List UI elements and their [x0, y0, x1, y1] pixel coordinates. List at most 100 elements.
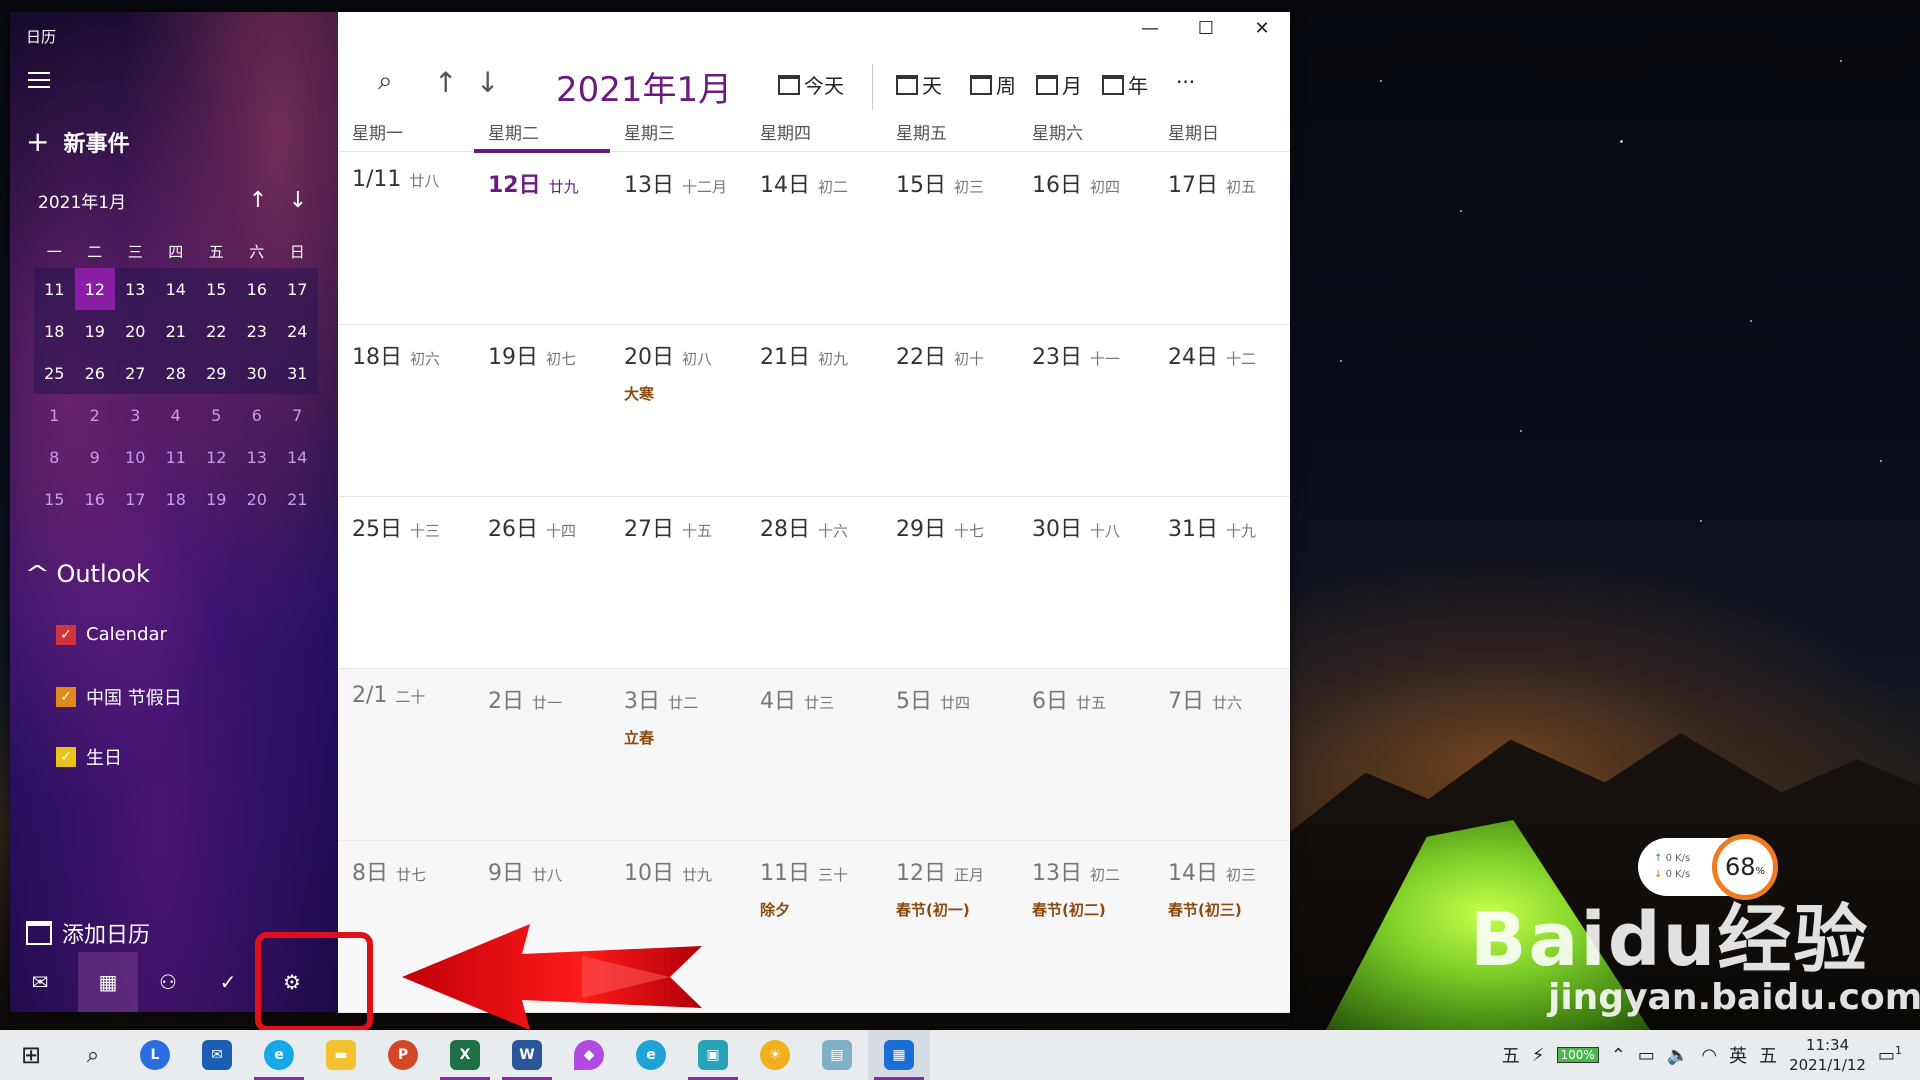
mini-day[interactable]: 7 [277, 394, 318, 436]
day-view-button[interactable]: 天 [896, 70, 942, 99]
mini-day[interactable]: 20 [115, 310, 156, 352]
day-cell[interactable]: 27日 十五 [610, 497, 746, 668]
add-calendar-button[interactable]: 添加日历 [26, 917, 150, 949]
mini-day[interactable]: 4 [156, 394, 197, 436]
mini-next-month-arrow-icon[interactable]: ↓ [278, 188, 318, 213]
mini-day[interactable]: 6 [237, 394, 278, 436]
holiday-event[interactable]: 立春 [624, 727, 746, 748]
mini-prev-month-arrow-icon[interactable]: ↑ [238, 188, 278, 213]
day-cell[interactable]: 19日 初七 [474, 325, 610, 496]
mini-day[interactable]: 23 [236, 310, 277, 352]
mini-day[interactable]: 11 [34, 268, 75, 310]
mini-day[interactable]: 17 [115, 478, 156, 520]
day-cell[interactable]: 2/1 二十 [338, 669, 474, 840]
day-cell[interactable]: 29日 十七 [882, 497, 1018, 668]
mini-day[interactable]: 5 [196, 394, 237, 436]
more-options-icon[interactable]: ··· [1176, 70, 1195, 94]
mail-icon[interactable]: ✉ [10, 952, 70, 1012]
checkbox-checked-icon[interactable]: ✓ [56, 747, 76, 767]
mini-day[interactable]: 27 [115, 352, 156, 394]
mini-day[interactable]: 22 [196, 310, 237, 352]
day-cell[interactable]: 4日 廿三 [746, 669, 882, 840]
day-cell[interactable]: 31日 十九 [1154, 497, 1290, 668]
mini-day[interactable]: 26 [74, 352, 115, 394]
outlook-account-toggle[interactable]: ^ Outlook [24, 560, 150, 588]
maximize-icon[interactable]: ☐ [1178, 12, 1234, 44]
taskbar-edge-icon[interactable]: e [620, 1030, 682, 1080]
mini-day-today[interactable]: 12 [74, 268, 115, 310]
start-windows-icon[interactable]: ⊞ [0, 1030, 62, 1080]
day-cell[interactable]: 16日 初四 [1018, 153, 1154, 324]
day-cell[interactable]: 30日 十八 [1018, 497, 1154, 668]
day-cell[interactable]: 25日 十三 [338, 497, 474, 668]
mini-day[interactable]: 1 [34, 394, 75, 436]
taskbar-powerpoint-icon[interactable]: P [372, 1030, 434, 1080]
day-cell[interactable]: 1/11 廿八 [338, 153, 474, 324]
day-cell[interactable]: 3日 廿二 立春 [610, 669, 746, 840]
taskbar-drop-icon[interactable]: ◆ [558, 1030, 620, 1080]
day-cell[interactable]: 12日 正月 春节(初一) [882, 841, 1018, 1012]
next-month-arrow-icon[interactable]: ↓ [476, 66, 499, 99]
calendar-toggle-calendar[interactable]: ✓ Calendar [56, 624, 167, 645]
day-cell[interactable]: 21日 初九 [746, 325, 882, 496]
mini-day[interactable]: 9 [75, 436, 116, 478]
month-title[interactable]: 2021年1月 [556, 62, 732, 111]
mini-day[interactable]: 13 [115, 268, 156, 310]
mini-day[interactable]: 8 [34, 436, 75, 478]
holiday-event[interactable]: 除夕 [760, 899, 882, 920]
taskbar-mail-icon[interactable]: ✉ [186, 1030, 248, 1080]
power-bolt-icon[interactable]: ⚡ [1532, 1045, 1545, 1066]
day-cell[interactable]: 6日 廿五 [1018, 669, 1154, 840]
today-button[interactable]: 今天 [778, 70, 844, 99]
mini-day[interactable]: 24 [277, 310, 318, 352]
taskbar-app-l-icon[interactable]: L [124, 1030, 186, 1080]
ime-mode-indicator-2[interactable]: 五 [1759, 1042, 1777, 1068]
people-icon[interactable]: ⚇ [138, 952, 198, 1012]
mini-day[interactable]: 19 [196, 478, 237, 520]
checkbox-checked-icon[interactable]: ✓ [56, 687, 76, 707]
tray-chevron-up-icon[interactable]: ⌃ [1611, 1045, 1626, 1066]
mini-day[interactable]: 15 [196, 268, 237, 310]
day-cell[interactable]: 22日 初十 [882, 325, 1018, 496]
day-cell[interactable]: 20日 初八 大寒 [610, 325, 746, 496]
taskbar-word-icon[interactable]: W [496, 1030, 558, 1080]
day-cell[interactable]: 5日 廿四 [882, 669, 1018, 840]
mini-day[interactable]: 31 [277, 352, 318, 394]
new-event-button[interactable]: + 新事件 [26, 126, 129, 158]
wifi-icon[interactable]: ◠ [1701, 1045, 1717, 1066]
taskbar-app-green-icon[interactable]: ▣ [682, 1030, 744, 1080]
day-cell[interactable]: 18日 初六 [338, 325, 474, 496]
search-icon[interactable]: ⌕ [378, 66, 393, 97]
holiday-event[interactable]: 大寒 [624, 383, 746, 404]
mini-day[interactable]: 16 [75, 478, 116, 520]
week-view-button[interactable]: 周 [970, 70, 1016, 99]
prev-month-arrow-icon[interactable]: ↑ [434, 66, 457, 99]
day-cell[interactable]: 24日 十二 [1154, 325, 1290, 496]
day-cell[interactable]: 14日 初二 [746, 153, 882, 324]
mini-day[interactable]: 28 [155, 352, 196, 394]
ime-mode-indicator[interactable]: 五 [1502, 1042, 1520, 1068]
mini-day[interactable]: 11 [156, 436, 197, 478]
mini-day[interactable]: 30 [236, 352, 277, 394]
checkbox-checked-icon[interactable]: ✓ [56, 624, 76, 645]
holiday-event[interactable]: 春节(初二) [1032, 899, 1154, 920]
day-cell[interactable]: 11日 三十 除夕 [746, 841, 882, 1012]
day-cell-today[interactable]: 12日 廿九 [474, 153, 610, 324]
minimize-icon[interactable]: — [1122, 12, 1178, 44]
taskbar-browser-e-icon[interactable]: e [248, 1030, 310, 1080]
mini-day[interactable]: 18 [34, 310, 75, 352]
close-icon[interactable]: ✕ [1234, 12, 1290, 44]
mini-day[interactable]: 13 [237, 436, 278, 478]
mini-day[interactable]: 17 [277, 268, 318, 310]
mini-day[interactable]: 21 [155, 310, 196, 352]
holiday-event[interactable]: 春节(初三) [1168, 899, 1290, 920]
day-cell[interactable]: 26日 十四 [474, 497, 610, 668]
day-cell[interactable]: 17日 初五 [1154, 153, 1290, 324]
mini-day[interactable]: 14 [155, 268, 196, 310]
mini-day[interactable]: 29 [196, 352, 237, 394]
calendar-nav-icon[interactable]: ▦ [78, 952, 138, 1012]
mini-day[interactable]: 25 [34, 352, 75, 394]
mini-day[interactable]: 14 [277, 436, 318, 478]
day-cell[interactable]: 13日 初二 春节(初二) [1018, 841, 1154, 1012]
mini-day[interactable]: 16 [236, 268, 277, 310]
